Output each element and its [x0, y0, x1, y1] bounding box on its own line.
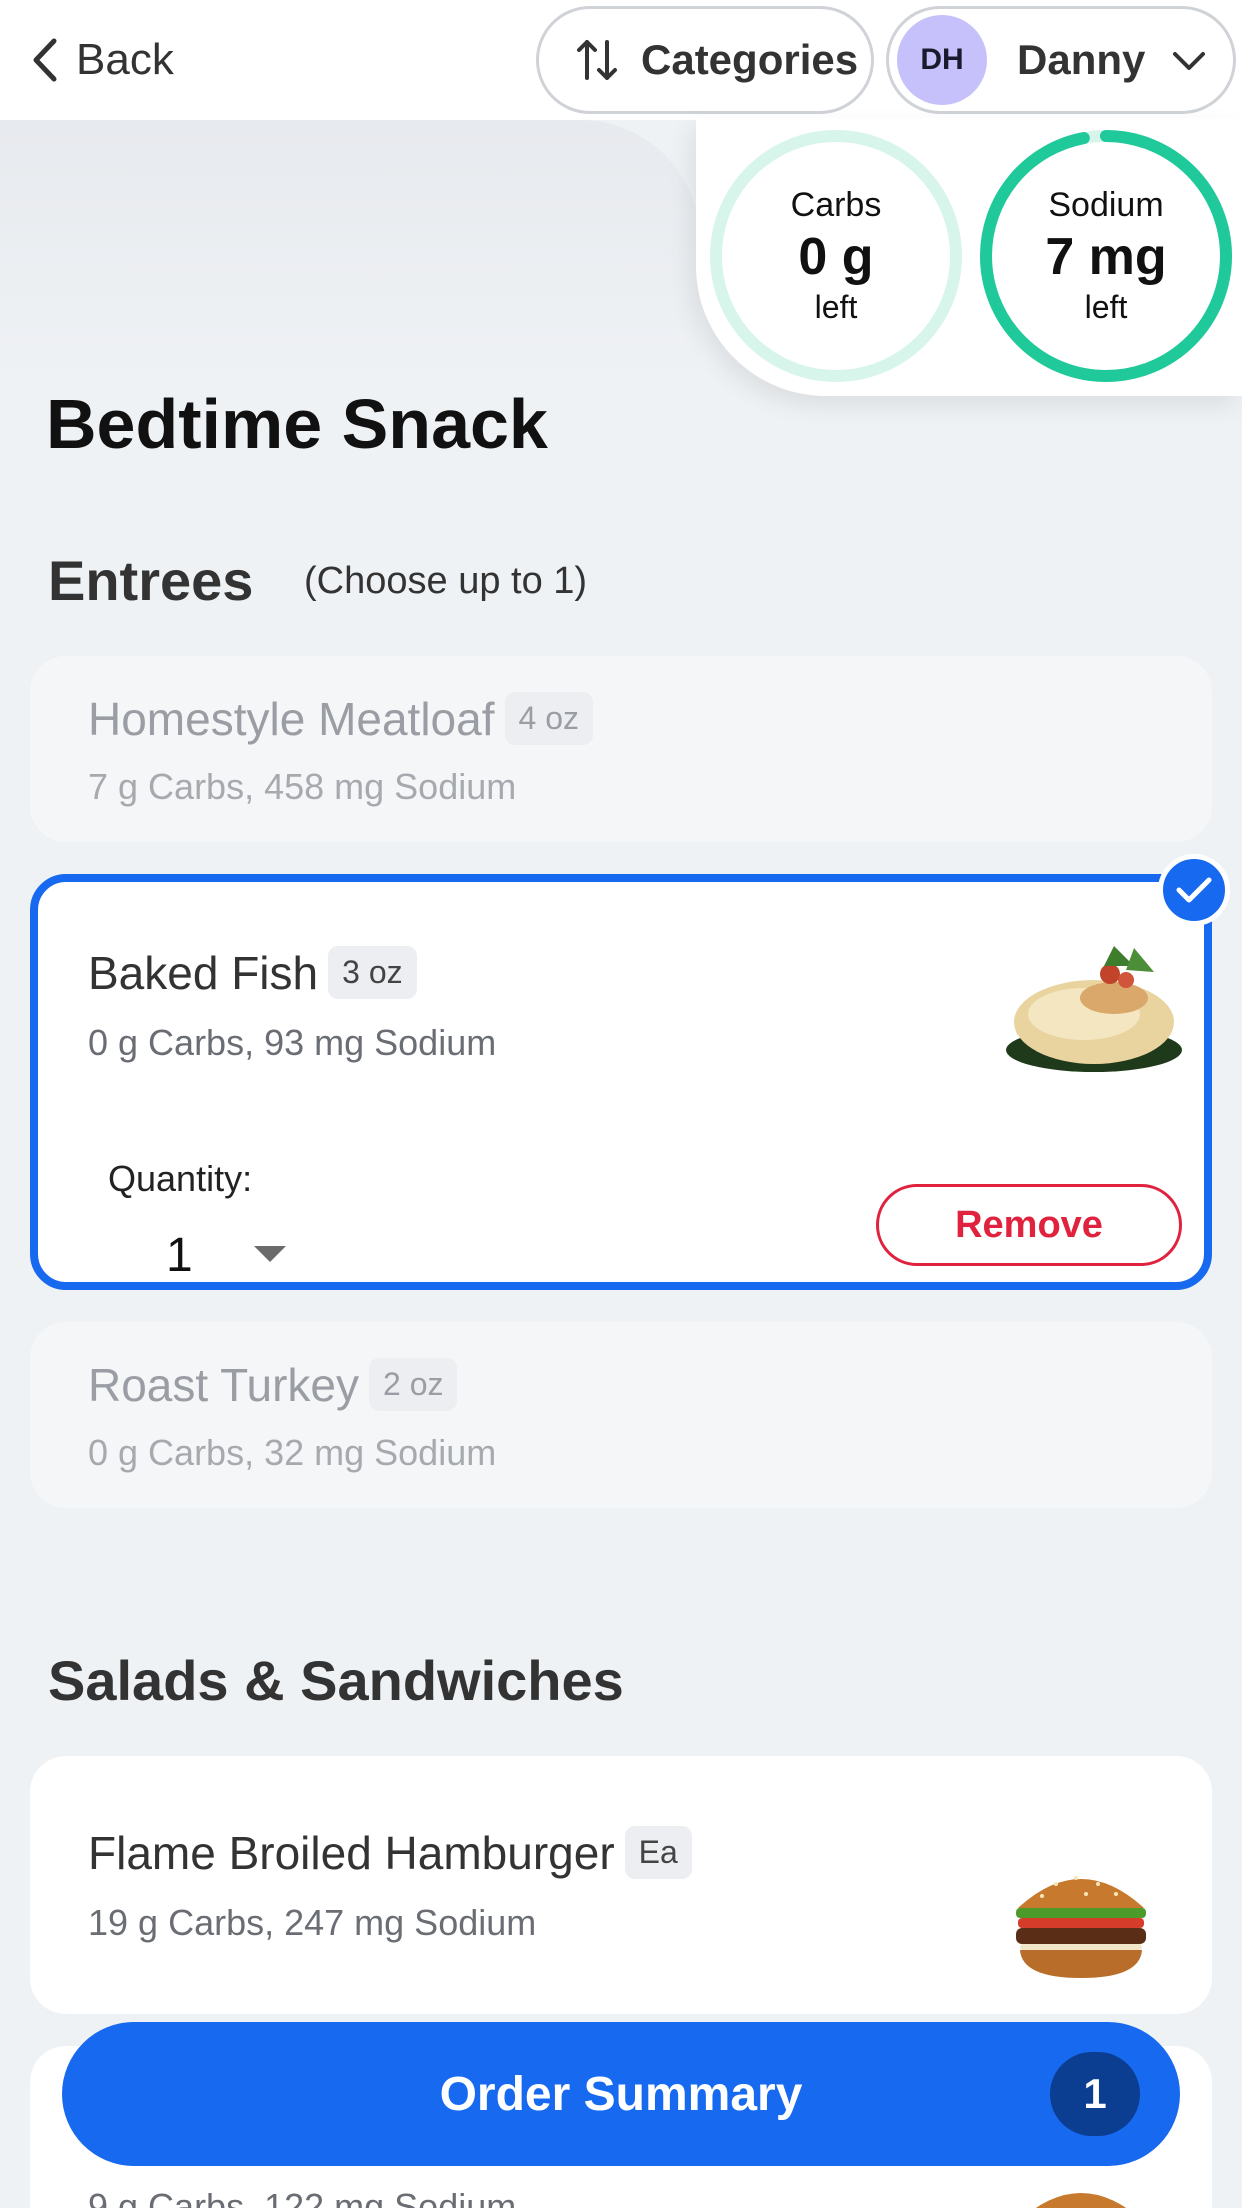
remove-button[interactable]: Remove — [876, 1184, 1182, 1266]
list-item-baked-fish[interactable]: Baked Fish 3 oz 0 g Carbs, 93 mg Sodium Q… — [30, 874, 1212, 1290]
order-summary-button[interactable]: Order Summary 1 — [62, 2022, 1180, 2166]
carbs-value: 0 g — [798, 228, 874, 286]
sodium-left: left — [1084, 289, 1128, 325]
carbs-ring: Carbs 0 g left — [708, 128, 964, 384]
top-bar: Back Categories DH Danny — [0, 0, 1242, 120]
order-count-badge: 1 — [1050, 2052, 1140, 2136]
categories-label: Categories — [641, 36, 859, 83]
portion-badge: 4 oz — [504, 692, 593, 746]
item-nutrition: 0 g Carbs, 93 mg Sodium — [88, 1022, 497, 1063]
quantity-value[interactable]: 1 — [166, 1228, 193, 1283]
nutrition-summary: Carbs 0 g left Sodium 7 mg left — [696, 118, 1242, 396]
portion-badge: 2 oz — [369, 1358, 458, 1412]
item-name: Baked Fish — [88, 947, 319, 999]
selected-check-icon — [1158, 854, 1230, 926]
quantity-label: Quantity: — [108, 1158, 253, 1199]
carbs-label: Carbs — [790, 186, 882, 224]
page-title: Bedtime Snack — [46, 385, 548, 463]
sort-icon — [577, 40, 617, 80]
sodium-ring: Sodium 7 mg left — [978, 128, 1234, 384]
hamburger-image — [1016, 1876, 1146, 1978]
user-menu[interactable]: DH Danny — [886, 6, 1236, 114]
entrees-note: (Choose up to 1) — [304, 560, 588, 602]
item-nutrition: 19 g Carbs, 247 mg Sodium — [88, 1902, 537, 1943]
quantity-dropdown-icon[interactable] — [254, 1246, 286, 1262]
item-name: Roast Turkey — [88, 1359, 359, 1411]
sodium-label: Sodium — [1048, 186, 1164, 224]
user-name: Danny — [1017, 36, 1146, 83]
carbs-left: left — [814, 289, 858, 325]
hamburger-image — [1035, 2193, 1127, 2208]
item-name: Homestyle Meatloaf — [88, 693, 495, 745]
item-name: Flame Broiled Hamburger — [88, 1827, 615, 1879]
chevron-down-icon — [1173, 52, 1205, 70]
list-item-flame-broiled-hamburger[interactable]: Flame Broiled Hamburger Ea 19 g Carbs, 24… — [30, 1756, 1212, 2014]
chevron-left-icon — [33, 38, 57, 82]
portion-badge: 3 oz — [328, 946, 417, 1000]
portion-badge: Ea — [624, 1826, 692, 1880]
item-nutrition: 7 g Carbs, 458 mg Sodium — [88, 766, 517, 807]
back-button[interactable]: Back — [28, 30, 174, 90]
baked-fish-image — [1006, 946, 1182, 1072]
avatar: DH — [897, 15, 987, 105]
list-item-homestyle-meatloaf[interactable]: Homestyle Meatloaf 4 oz 7 g Carbs, 458 mg… — [30, 656, 1212, 842]
order-summary-label: Order Summary — [439, 2067, 803, 2121]
list-item-roast-turkey[interactable]: Roast Turkey 2 oz 0 g Carbs, 32 mg Sodium — [30, 1322, 1212, 1508]
salads-title: Salads & Sandwiches — [48, 1649, 624, 1712]
back-label: Back — [76, 35, 174, 84]
categories-button[interactable]: Categories — [536, 6, 874, 114]
item-nutrition: 0 g Carbs, 32 mg Sodium — [88, 1432, 497, 1473]
entrees-title: Entrees — [48, 549, 254, 612]
sodium-value: 7 mg — [1045, 228, 1167, 286]
header-panel — [0, 120, 700, 390]
item-nutrition: 9 g Carbs, 122 mg Sodium — [88, 2186, 517, 2208]
